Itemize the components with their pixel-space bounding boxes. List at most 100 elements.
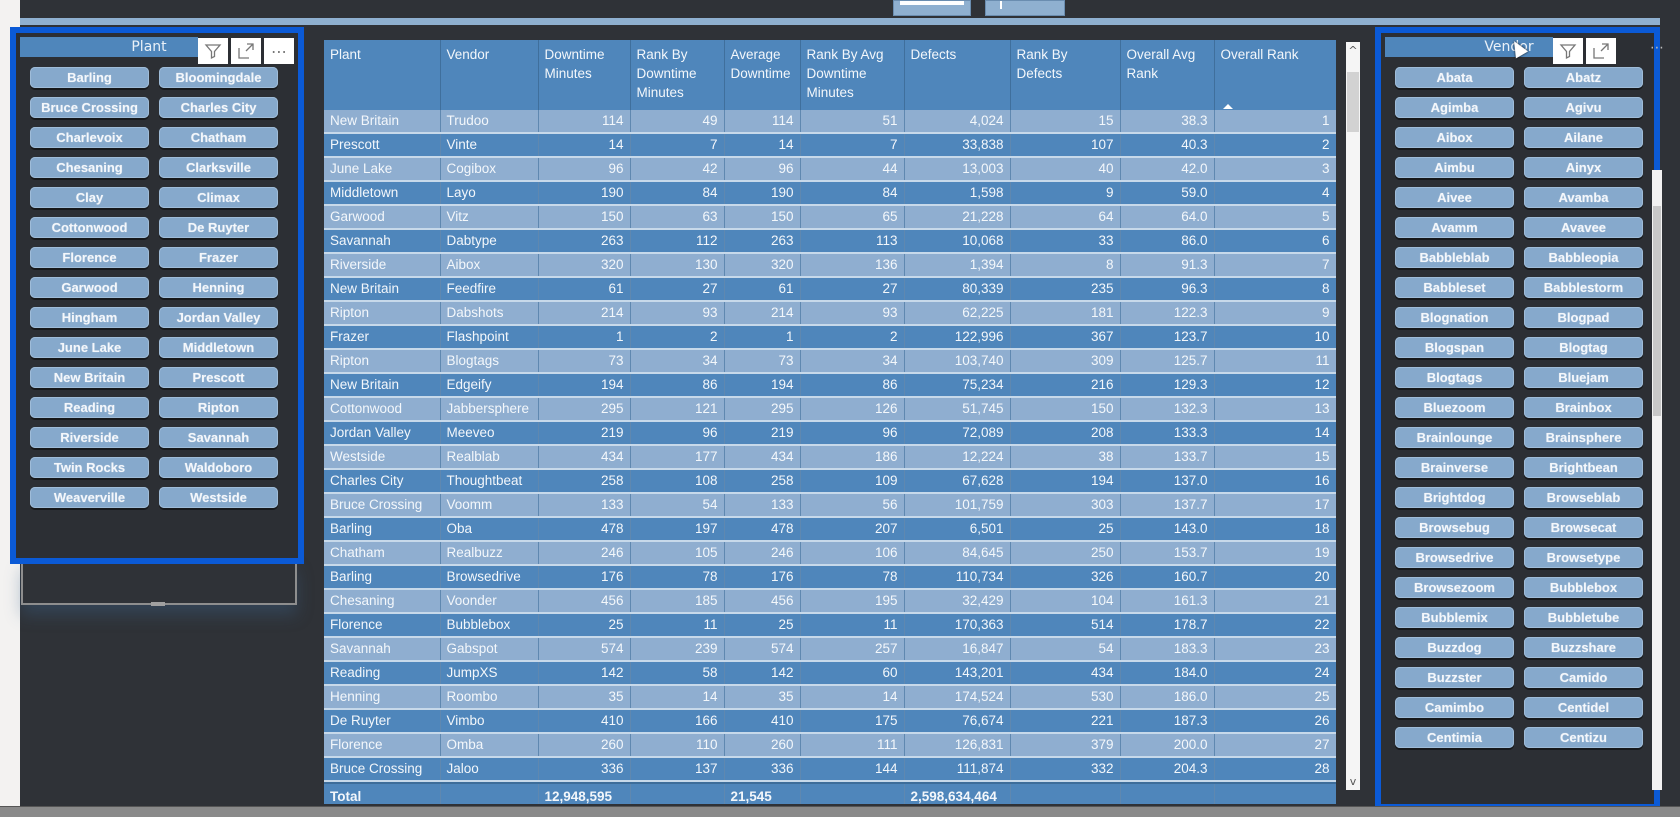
slicer-tile[interactable]: Avamm: [1395, 217, 1514, 238]
table-row[interactable]: New Britain Trudoo 114 49 114 51 4,024 15 38.3 1: [324, 110, 1336, 134]
slicer-tile[interactable]: Charles City: [159, 97, 278, 118]
slicer-tile[interactable]: Weaverville: [30, 487, 149, 508]
slicer-tile[interactable]: Brainverse: [1395, 457, 1514, 478]
slicer-tile[interactable]: Buzzster: [1395, 667, 1514, 688]
slicer-tile[interactable]: Garwood: [30, 277, 149, 298]
slicer-tile[interactable]: Brainbox: [1524, 397, 1643, 418]
top-button-1[interactable]: [893, 0, 971, 16]
slicer-tile[interactable]: Aimbu: [1395, 157, 1514, 178]
slicer-tile[interactable]: Westside: [159, 487, 278, 508]
focus-mode-icon[interactable]: [231, 38, 261, 64]
slicer-tile[interactable]: Henning: [159, 277, 278, 298]
slicer-tile[interactable]: Browsetype: [1524, 547, 1643, 568]
column-header[interactable]: Rank By Downtime Minutes: [630, 40, 725, 115]
slicer-tile[interactable]: Centidel: [1524, 697, 1643, 718]
slicer-tile[interactable]: Jordan Valley: [159, 307, 278, 328]
table-row[interactable]: Ripton Blogtags 73 34 73 34 103,740 309 125.7 11: [324, 349, 1336, 374]
slicer-tile[interactable]: Brightdog: [1395, 487, 1514, 508]
table-scrollbar[interactable]: ^ v: [1346, 42, 1360, 790]
slicer-tile[interactable]: Camido: [1524, 667, 1643, 688]
slicer-tile[interactable]: Middletown: [159, 337, 278, 358]
slicer-tile[interactable]: Abata: [1395, 67, 1514, 88]
more-options-icon[interactable]: ⋯: [264, 38, 294, 64]
table-row[interactable]: Florence Omba 260 110 260 111 126,831 379 200.0 2…: [324, 733, 1336, 758]
table-row[interactable]: Bruce Crossing Voomm 133 54 133 56 101,759 303 1…: [324, 493, 1336, 518]
slicer-tile[interactable]: Brainsphere: [1524, 427, 1643, 448]
slicer-tile[interactable]: Ailane: [1524, 127, 1643, 148]
slicer-tile[interactable]: Babbleset: [1395, 277, 1514, 298]
focus-mode-icon[interactable]: [1586, 38, 1616, 64]
slicer-tile[interactable]: June Lake: [30, 337, 149, 358]
slicer-tile[interactable]: Chesaning: [30, 157, 149, 178]
table-row[interactable]: Reading JumpXS 142 58 142 60 143,201 434 184.0 24: [324, 661, 1336, 686]
slicer-tile[interactable]: Browsecat: [1524, 517, 1643, 538]
table-row[interactable]: Florence Bubblebox 25 11 25 11 170,363 514 178.7…: [324, 613, 1336, 638]
slicer-tile[interactable]: Clarksville: [159, 157, 278, 178]
table-row[interactable]: Garwood Vitz 150 63 150 65 21,228 64 64.0 5: [324, 205, 1336, 230]
slicer-tile[interactable]: Aibox: [1395, 127, 1514, 148]
slicer-tile[interactable]: Blogpad: [1524, 307, 1643, 328]
slicer-tile[interactable]: Agivu: [1524, 97, 1643, 118]
filter-icon[interactable]: [1553, 38, 1583, 64]
slicer-tile[interactable]: Ripton: [159, 397, 278, 418]
filter-icon[interactable]: [198, 38, 228, 64]
slicer-tile[interactable]: Avavee: [1524, 217, 1643, 238]
slicer-tile[interactable]: Bluezoom: [1395, 397, 1514, 418]
scroll-up-icon[interactable]: ^: [1346, 44, 1360, 57]
table-row[interactable]: Westside Realblab 434 177 434 186 12,224 38 133.…: [324, 445, 1336, 470]
slicer-tile[interactable]: Barling: [30, 67, 149, 88]
slicer-tile[interactable]: Bubblebox: [1524, 577, 1643, 598]
slicer-tile[interactable]: Browseblab: [1524, 487, 1643, 508]
column-header[interactable]: Plant: [324, 40, 441, 115]
slicer-tile[interactable]: Blognation: [1395, 307, 1514, 328]
slicer-tile[interactable]: Prescott: [159, 367, 278, 388]
table-row[interactable]: Savannah Dabtype 263 112 263 113 10,068 33 86.0 6: [324, 229, 1336, 254]
slicer-tile[interactable]: Riverside: [30, 427, 149, 448]
column-header[interactable]: Overall Rank: [1214, 40, 1336, 115]
slicer-tile[interactable]: Florence: [30, 247, 149, 268]
slicer-tile[interactable]: Bruce Crossing: [30, 97, 149, 118]
slicer-tile[interactable]: Charlevoix: [30, 127, 149, 148]
slicer-tile[interactable]: Babbleblab: [1395, 247, 1514, 268]
more-options-icon[interactable]: ⋯: [1650, 40, 1664, 56]
column-header[interactable]: Average Downtime: [724, 40, 801, 115]
table-row[interactable]: Chatham Realbuzz 246 105 246 106 84,645 250 153.…: [324, 541, 1336, 566]
sort-ascending-icon[interactable]: [1222, 104, 1233, 109]
slicer-tile[interactable]: Hingham: [30, 307, 149, 328]
slicer-tile[interactable]: Centizu: [1524, 727, 1643, 748]
table-scroll-thumb[interactable]: [1347, 72, 1359, 132]
table-row[interactable]: June Lake Cogibox 96 42 96 44 13,003 40 42.0 3: [324, 157, 1336, 182]
table-row[interactable]: Riverside Aibox 320 130 320 136 1,394 8 91.3 7: [324, 253, 1336, 278]
slicer-tile[interactable]: Camimbo: [1395, 697, 1514, 718]
slicer-tile[interactable]: Centimia: [1395, 727, 1514, 748]
resize-handle[interactable]: [151, 602, 165, 606]
slicer-tile[interactable]: Buzzdog: [1395, 637, 1514, 658]
column-header[interactable]: Vendor: [440, 40, 539, 115]
slicer-tile[interactable]: Brightbean: [1524, 457, 1643, 478]
table-row[interactable]: Prescott Vinte 14 7 14 7 33,838 107 40.3 2: [324, 133, 1336, 158]
slicer-tile[interactable]: Bloomingdale: [159, 67, 278, 88]
slicer-tile[interactable]: Reading: [30, 397, 149, 418]
slicer-tile[interactable]: Agimba: [1395, 97, 1514, 118]
table-row[interactable]: Henning Roombo 35 14 35 14 174,524 530 186.0 25: [324, 685, 1336, 710]
slicer-tile[interactable]: Cottonwood: [30, 217, 149, 238]
table-row[interactable]: New Britain Feedfire 61 27 61 27 80,339 235 96.3…: [324, 277, 1336, 302]
slicer-tile[interactable]: Abatz: [1524, 67, 1643, 88]
table-row[interactable]: Chesaning Voonder 456 185 456 195 32,429 104 161…: [324, 589, 1336, 614]
scroll-down-icon[interactable]: v: [1346, 775, 1360, 788]
table-row[interactable]: Bruce Crossing Jaloo 336 137 336 144 111,874 33…: [324, 757, 1336, 782]
slicer-tile[interactable]: Babblestorm: [1524, 277, 1643, 298]
table-row[interactable]: Frazer Flashpoint 1 2 1 2 122,996 367 123.7 10: [324, 325, 1336, 350]
plant-slicer-resize-frame[interactable]: [21, 560, 297, 606]
vendor-slicer-scrollbar[interactable]: [1652, 170, 1662, 790]
slicer-tile[interactable]: Savannah: [159, 427, 278, 448]
column-header[interactable]: Overall Avg Rank: [1120, 40, 1215, 115]
column-header[interactable]: Downtime Minutes: [538, 40, 631, 115]
slicer-tile[interactable]: Avamba: [1524, 187, 1643, 208]
table-row[interactable]: De Ruyter Vimbo 410 166 410 175 76,674 221 187.3…: [324, 709, 1336, 734]
table-row[interactable]: New Britain Edgeify 194 86 194 86 75,234 216 129…: [324, 373, 1336, 398]
slicer-tile[interactable]: Chatham: [159, 127, 278, 148]
slicer-tile[interactable]: Blogtag: [1524, 337, 1643, 358]
slicer-tile[interactable]: Buzzshare: [1524, 637, 1643, 658]
column-header[interactable]: Rank By Avg Downtime Minutes: [800, 40, 905, 115]
